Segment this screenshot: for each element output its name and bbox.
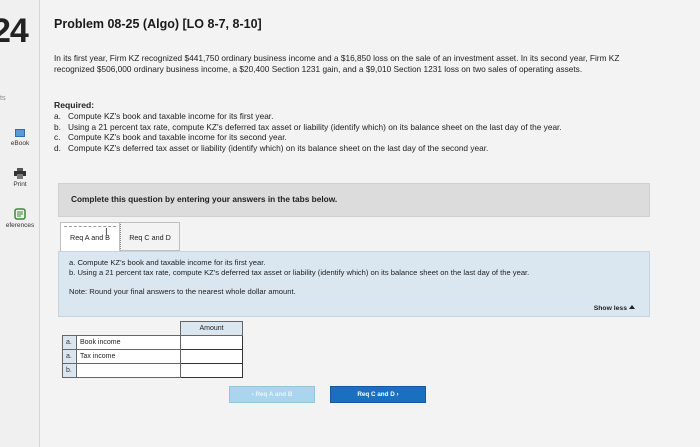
requirement-panel: a. Compute KZ's book and taxable income … [58, 251, 650, 317]
panel-line-a: a. Compute KZ's book and taxable income … [69, 258, 266, 267]
row-letter: b. [62, 363, 77, 378]
caret-up-icon [629, 305, 635, 309]
chevron-left-icon: ‹ [251, 391, 254, 398]
tab-req-c-and-d[interactable]: Req C and D [120, 222, 180, 251]
next-tab-button[interactable]: Req C and D › [330, 386, 426, 403]
row-label: Book income [76, 335, 181, 350]
sidebar-item-print[interactable]: Print [0, 168, 40, 188]
prev-tab-button[interactable]: ‹ Req A and B [229, 386, 315, 403]
table-row: b. [62, 363, 243, 378]
row-label: Tax income [76, 349, 181, 364]
required-item: a. Compute KZ's book and taxable income f… [54, 111, 274, 121]
table-header-row: Amount [63, 321, 243, 336]
text-cursor-icon: I [105, 227, 108, 238]
question-number: 24 [0, 12, 29, 50]
print-label: Print [13, 181, 27, 188]
panel-line-b: b. Using a 21 percent tax rate, compute … [69, 268, 530, 277]
instruction-box: Complete this question by entering your … [58, 183, 650, 217]
required-item: c. Compute KZ's book and taxable income f… [54, 132, 287, 142]
amount-input[interactable] [180, 349, 243, 364]
show-less-button[interactable]: Show less [594, 305, 635, 312]
row-letter: a. [62, 349, 77, 364]
amount-input[interactable] [180, 335, 243, 350]
amount-input[interactable] [180, 363, 243, 378]
references-label: eferences [5, 222, 35, 229]
required-heading: Required: [54, 100, 95, 110]
book-icon [15, 129, 25, 137]
printer-icon [14, 168, 26, 179]
points-label: ts [0, 95, 6, 102]
panel-note: Note: Round your final answers to the ne… [69, 287, 296, 296]
left-sidebar: 24 ts eBook Print eferences [0, 0, 40, 447]
ebook-label: eBook [10, 140, 30, 147]
references-icon [14, 208, 26, 220]
answer-table: Amount a. Book income a. Tax income b. [62, 321, 243, 378]
required-list: a. Compute KZ's book and taxable income f… [54, 111, 644, 153]
row-letter: a. [62, 335, 77, 350]
table-row: a. Book income [62, 335, 243, 350]
amount-column-header: Amount [180, 321, 243, 336]
instruction-text: Complete this question by entering your … [71, 194, 338, 204]
label-input[interactable] [76, 363, 181, 378]
sidebar-item-ebook[interactable]: eBook [0, 128, 40, 147]
required-item: b. Using a 21 percent tax rate, compute K… [54, 121, 562, 132]
chevron-right-icon: › [396, 391, 399, 398]
problem-title: Problem 08-25 (Algo) [LO 8-7, 8-10] [54, 17, 262, 31]
required-item: d. Compute KZ's deferred tax asset or lia… [54, 142, 489, 153]
sidebar-item-references[interactable]: eferences [0, 208, 40, 229]
table-row: a. Tax income [62, 349, 243, 364]
tab-req-a-and-b[interactable]: Req A and B [60, 222, 120, 251]
problem-intro: In its first year, Firm KZ recognized $4… [54, 53, 620, 74]
